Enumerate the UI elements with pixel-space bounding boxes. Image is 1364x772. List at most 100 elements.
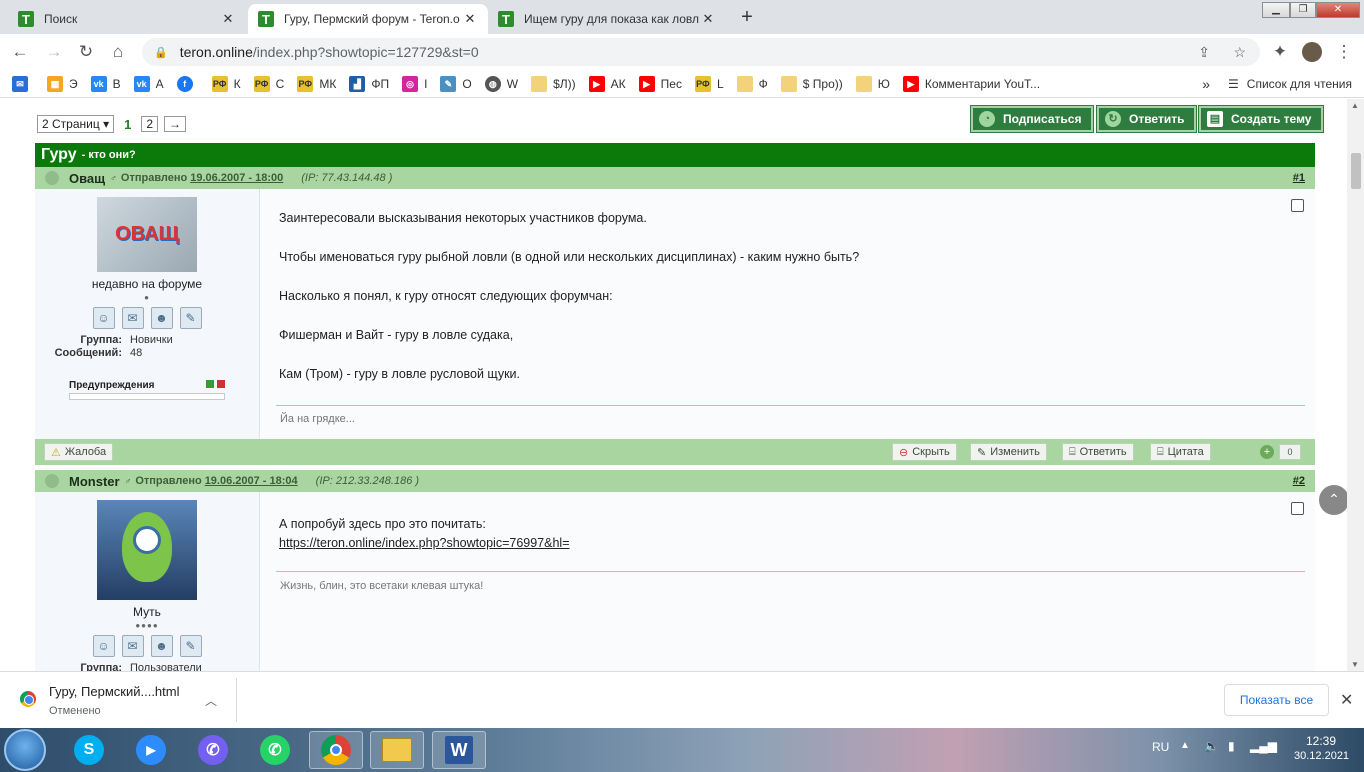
bookmark-youtube-pes[interactable]: ▶ Пес (638, 75, 682, 92)
scroll-to-top-button[interactable]: ⌃ (1319, 485, 1349, 515)
page-scrollbar[interactable]: ▲ ▼ (1347, 99, 1364, 671)
post-number[interactable]: #2 (1293, 475, 1305, 487)
bookmark-mail[interactable]: ✉ (12, 75, 34, 92)
edit-button[interactable]: ✎ Изменить (970, 443, 1047, 461)
tab-search[interactable]: T Поиск ✕ (8, 4, 246, 34)
warn-minus-icon[interactable] (206, 380, 215, 388)
more-bookmarks-chevron-icon[interactable]: » (1202, 76, 1210, 92)
bookmark-star-icon[interactable]: ☆ (1233, 44, 1246, 61)
word-taskbar-icon[interactable]: W (432, 731, 486, 769)
share-icon[interactable]: ⇪ (1198, 44, 1210, 61)
message-icon[interactable]: ✉ (121, 307, 144, 329)
bookmark-rf-l[interactable]: РФ L (694, 75, 724, 92)
bookmark-rf-k[interactable]: РФ К (211, 75, 241, 92)
scroll-up-arrow-icon[interactable]: ▲ (1351, 101, 1359, 110)
add-friend-icon[interactable]: ☻ (150, 635, 173, 657)
show-all-button[interactable]: Показать все (1224, 684, 1329, 716)
next-page-arrow[interactable]: → (164, 116, 187, 132)
tray-expand-icon[interactable]: ▲ (1180, 740, 1190, 751)
bookmark-vk-a[interactable]: vk А (133, 75, 164, 92)
report-button[interactable]: ⚠ Жалоба (44, 443, 114, 461)
bookmark-fp[interactable]: ▟ ФП (349, 75, 389, 92)
bookmark-facebook[interactable]: f (176, 75, 199, 92)
post-date[interactable]: 19.06.2007 - 18:04 (205, 475, 298, 487)
lock-icon[interactable]: 🔒 (154, 46, 168, 59)
post-number[interactable]: #1 (1293, 172, 1305, 184)
bookmark-o[interactable]: ✎ О (440, 75, 472, 92)
bookmark-rf-s[interactable]: РФ С (253, 75, 284, 92)
bookmark-folder-sl[interactable]: $Л)) (531, 75, 576, 92)
select-post-checkbox[interactable] (1291, 502, 1304, 515)
pages-dropdown[interactable]: 2 Страниц ▾ (37, 115, 115, 133)
address-bar[interactable]: 🔒 teron.online/index.php?showtopic=12772… (142, 38, 1260, 66)
back-arrow-icon[interactable]: ← (8, 40, 32, 64)
reply-topic-button[interactable]: ↻ Ответить (1097, 106, 1197, 132)
viber-taskbar-icon[interactable]: ✆ (186, 731, 240, 769)
avatar[interactable] (97, 500, 197, 600)
bookmark-youtube-ak[interactable]: ▶ АК (588, 75, 626, 92)
bookmark-rf-mk[interactable]: РФ МК (297, 75, 336, 92)
bookmark-folder-pro[interactable]: $ Про)) (780, 75, 843, 92)
profile-icon[interactable]: ☺ (92, 635, 115, 657)
close-tab-icon[interactable]: ✕ (462, 11, 478, 27)
zoom-taskbar-icon[interactable]: ▶ (124, 731, 178, 769)
menu-dots-icon[interactable]: ⋮ (1332, 40, 1356, 64)
close-tab-icon[interactable]: ✕ (700, 11, 716, 27)
tab-guru-forum[interactable]: T Гуру, Пермский форум - Teron.o ✕ (248, 4, 488, 34)
signature: Жизнь, блин, это всетаки клевая штука! (280, 580, 484, 592)
scrollbar-thumb[interactable] (1351, 153, 1361, 189)
home-icon[interactable]: ⌂ (106, 40, 130, 64)
close-tab-icon[interactable]: ✕ (220, 11, 236, 27)
forward-arrow-icon[interactable]: → (42, 40, 66, 64)
hide-button[interactable]: ⊖ Скрыть (892, 443, 957, 461)
avatar[interactable]: ОВАЩ (97, 197, 197, 272)
rate-plus-icon[interactable]: + (1260, 445, 1274, 459)
explorer-taskbar-icon[interactable] (370, 731, 424, 769)
profile-icon[interactable]: ☺ (92, 307, 115, 329)
bookmark-vk-v[interactable]: vk В (90, 75, 121, 92)
blog-icon[interactable]: ✎ (179, 307, 202, 329)
reading-list-button[interactable]: » ☰ Список для чтения (1202, 76, 1352, 92)
chrome-taskbar-icon[interactable] (309, 731, 363, 769)
bookmark-youtube-comments[interactable]: ▶ Комментарии YouT... (902, 75, 1040, 92)
chevron-up-icon[interactable]: ︿ (205, 692, 217, 709)
page-2-link[interactable]: 2 (141, 116, 159, 132)
post-author[interactable]: Оващ (69, 171, 105, 186)
clock[interactable]: 12:39 30.12.2021 (1294, 734, 1349, 762)
network-icon[interactable]: ▂▄▆ (1250, 739, 1277, 753)
blog-icon[interactable]: ✎ (179, 635, 202, 657)
start-button[interactable] (4, 729, 46, 771)
quote-button[interactable]: ⌸ Цитата (1150, 443, 1211, 461)
bookmark-e[interactable]: ▦ Э (47, 75, 78, 92)
bookmark-folder-f[interactable]: Ф (736, 75, 768, 92)
bookmark-instagram[interactable]: ◎ I (402, 75, 427, 92)
add-friend-icon[interactable]: ☻ (150, 307, 173, 329)
avatar[interactable] (1300, 40, 1324, 64)
warn-plus-icon[interactable] (217, 380, 225, 388)
new-tab-button[interactable]: + (734, 5, 760, 31)
reply-post-button[interactable]: ⌸ Ответить (1062, 443, 1134, 461)
download-filename[interactable]: Гуру, Пермский....html (49, 684, 180, 699)
bookmark-w[interactable]: ◍ W (484, 75, 518, 92)
close-icon[interactable]: ✕ (1340, 690, 1353, 710)
reload-icon[interactable]: ↻ (74, 40, 98, 64)
post-author[interactable]: Monster (69, 474, 120, 489)
new-topic-button[interactable]: ▤ Создать тему (1199, 106, 1324, 132)
language-indicator[interactable]: RU (1152, 740, 1169, 754)
maximize-button[interactable]: ❐ (1290, 2, 1316, 18)
bookmark-folder-yu[interactable]: Ю (855, 75, 890, 92)
battery-icon[interactable]: ▮ (1228, 739, 1235, 753)
post-date[interactable]: 19.06.2007 - 18:00 (190, 172, 283, 184)
skype-taskbar-icon[interactable]: S (62, 731, 116, 769)
select-post-checkbox[interactable] (1291, 199, 1304, 212)
extensions-puzzle-icon[interactable]: ✦ (1268, 40, 1292, 64)
volume-icon[interactable]: 🔈 (1204, 739, 1219, 753)
window-close-button[interactable]: ✕ (1316, 2, 1360, 18)
scroll-down-arrow-icon[interactable]: ▼ (1351, 660, 1359, 669)
whatsapp-taskbar-icon[interactable]: ✆ (248, 731, 302, 769)
tab-search-guru[interactable]: T Ищем гуру для показа как ловл ✕ (488, 4, 726, 34)
post-link[interactable]: https://teron.online/index.php?showtopic… (279, 534, 570, 553)
minimize-button[interactable]: ▁ (1262, 2, 1290, 18)
subscribe-button[interactable]: ◔ Подписаться (971, 106, 1094, 132)
message-icon[interactable]: ✉ (121, 635, 144, 657)
